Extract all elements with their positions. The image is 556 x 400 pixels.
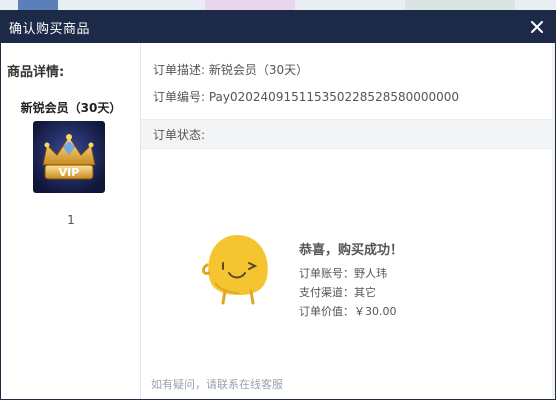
purchase-confirm-dialog: 确认购买商品 商品详情: 新锐会员（30天） VIP 1 订单描述: 新锐会员（…: [0, 10, 556, 400]
dialog-body: 商品详情: 新锐会员（30天） VIP 1 订单描述: 新锐会员（30天） 订单…: [1, 43, 555, 399]
vip-crown-text: VIP: [59, 166, 80, 179]
background-tile: [405, 0, 515, 10]
close-icon: [531, 21, 543, 33]
success-headline: 恭喜，购买成功！: [299, 243, 404, 258]
order-number: 订单编号: Pay020240915115350228528580000000: [153, 90, 460, 104]
order-status-bar: 订单状态:: [141, 119, 555, 149]
product-panel: 商品详情: 新锐会员（30天） VIP 1: [1, 43, 141, 399]
background-tile: [18, 0, 58, 10]
order-description: 订单描述: 新锐会员（30天）: [153, 63, 309, 77]
order-account: 订单账号：野人玮: [299, 267, 387, 280]
order-status-label: 订单状态:: [153, 127, 206, 142]
order-amount: 订单价值：￥30.00: [299, 305, 397, 318]
dialog-titlebar: 确认购买商品: [1, 11, 555, 43]
vip-crown-icon: VIP: [33, 121, 105, 193]
product-name: 新锐会员（30天）: [20, 101, 122, 115]
order-panel: 订单描述: 新锐会员（30天） 订单编号: Pay020240915115350…: [141, 43, 555, 399]
close-button[interactable]: [527, 17, 547, 37]
payment-channel: 支付渠道：其它: [299, 286, 376, 299]
scrollbar[interactable]: [552, 43, 555, 399]
happy-mascot-icon: [201, 235, 268, 305]
background-strip: [0, 0, 556, 10]
help-text: 如有疑问，请联系在线客服: [151, 378, 283, 391]
background-tile: [205, 0, 295, 10]
product-quantity: 1: [67, 213, 75, 227]
purchase-result: 恭喜，购买成功！ 订单账号：野人玮 支付渠道：其它 订单价值：￥30.00: [299, 239, 403, 321]
product-details-label: 商品详情:: [7, 65, 65, 80]
dialog-title: 确认购买商品: [9, 21, 91, 37]
